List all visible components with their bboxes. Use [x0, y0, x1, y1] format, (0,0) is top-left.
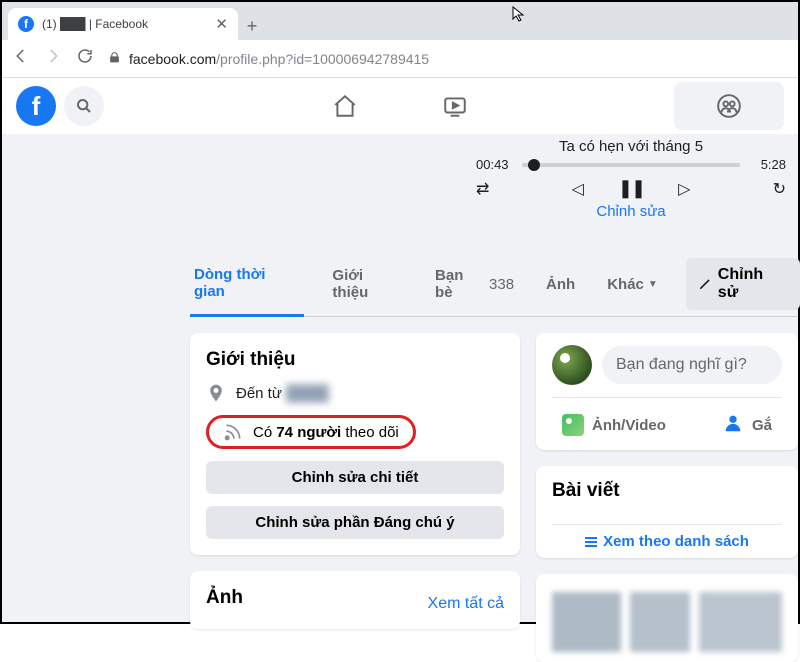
- progress-track[interactable]: [522, 163, 740, 167]
- pencil-icon: [698, 277, 712, 291]
- from-row: Đến từ ████: [206, 383, 504, 403]
- reload-button[interactable]: [76, 47, 94, 70]
- photos-card: Ảnh Xem tất cả: [190, 571, 520, 629]
- tab-more[interactable]: Khác ▼: [603, 262, 662, 307]
- watch-button[interactable]: [435, 93, 475, 119]
- composer-field[interactable]: Bạn đang nghĩ gì?: [602, 346, 782, 384]
- location-icon: [206, 383, 226, 403]
- center-nav: [325, 78, 475, 134]
- time-current: 00:43: [476, 157, 516, 172]
- shuffle-button[interactable]: ⇄: [476, 179, 489, 199]
- time-total: 5:28: [746, 157, 786, 172]
- prev-button[interactable]: ◁: [572, 179, 584, 199]
- progress-handle[interactable]: [528, 159, 540, 171]
- list-icon: [585, 537, 597, 547]
- edit-details-button[interactable]: Chỉnh sửa chi tiết: [206, 461, 504, 494]
- search-button[interactable]: [64, 86, 104, 126]
- groups-button[interactable]: [674, 82, 784, 130]
- browser-tabbar: f (1) ███ | Facebook ✕ +: [2, 2, 798, 40]
- rss-icon: [223, 422, 243, 442]
- tag-button[interactable]: Gắ: [712, 406, 782, 444]
- song-title: Ta có hẹn với tháng 5: [476, 138, 786, 155]
- post-content-blurred: [552, 592, 782, 652]
- edit-featured-button[interactable]: Chỉnh sửa phần Đáng chú ý: [206, 506, 504, 539]
- browser-tab[interactable]: f (1) ███ | Facebook ✕: [8, 8, 238, 40]
- edit-profile-button[interactable]: Chỉnh sử: [686, 258, 800, 310]
- media-icon: [562, 414, 584, 436]
- followers-row[interactable]: Có 74 người theo dõi: [206, 415, 416, 449]
- posts-heading: Bài viết: [552, 480, 620, 502]
- composer-card: Bạn đang nghĩ gì? Ảnh/Video Gắ: [536, 333, 798, 450]
- lock-icon: [108, 51, 121, 67]
- pause-button[interactable]: ❚❚: [618, 178, 644, 199]
- player-controls: ⇄ ◁ ❚❚ ▷ ↻: [476, 178, 786, 199]
- player-edit-link[interactable]: Chỉnh sửa: [476, 203, 786, 220]
- intro-card: Giới thiệu Đến từ ████ Có 74 người theo …: [190, 333, 520, 555]
- content-area: Ta có hẹn với tháng 5 00:43 5:28 ⇄ ◁ ❚❚ …: [2, 134, 798, 622]
- player-timeline[interactable]: 00:43 5:28: [476, 157, 786, 172]
- photos-heading: Ảnh: [206, 587, 243, 609]
- avatar[interactable]: [552, 345, 592, 385]
- music-player: Ta có hẹn với tháng 5 00:43 5:28 ⇄ ◁ ❚❚ …: [476, 138, 786, 220]
- next-button[interactable]: ▷: [678, 179, 690, 199]
- forward-button[interactable]: [44, 47, 62, 70]
- profile-tabs: Dòng thời gian Giới thiệu Bạn bè 338 Ảnh…: [190, 252, 798, 317]
- view-list-button[interactable]: Xem theo danh sách: [552, 533, 782, 550]
- followers-count: 74 người: [276, 424, 341, 441]
- url-path: /profile.php?id=100006942789415: [216, 51, 429, 67]
- close-icon[interactable]: ✕: [215, 15, 228, 33]
- tag-icon: [722, 412, 744, 438]
- friends-count: 338: [489, 276, 514, 293]
- facebook-logo[interactable]: f: [16, 86, 56, 126]
- see-all-photos-link[interactable]: Xem tất cả: [428, 595, 504, 613]
- facebook-header: f: [2, 78, 798, 134]
- tab-about[interactable]: Giới thiệu: [328, 253, 407, 315]
- new-tab-button[interactable]: +: [238, 12, 266, 40]
- from-value: ████: [286, 385, 329, 402]
- address-bar[interactable]: facebook.com/profile.php?id=100006942789…: [108, 51, 429, 67]
- facebook-favicon: f: [18, 16, 34, 32]
- intro-heading: Giới thiệu: [206, 349, 504, 371]
- tab-photos[interactable]: Ảnh: [542, 262, 579, 307]
- posts-card: Bài viết Xem theo danh sách: [536, 466, 798, 558]
- url-host: facebook.com: [129, 51, 216, 67]
- tab-title: (1) ███ | Facebook: [42, 17, 207, 31]
- back-button[interactable]: [12, 47, 30, 70]
- media-button[interactable]: Ảnh/Video: [552, 406, 676, 444]
- home-button[interactable]: [325, 93, 365, 119]
- tab-friends[interactable]: Bạn bè 338: [431, 253, 518, 315]
- post-item: [536, 574, 798, 662]
- tab-timeline[interactable]: Dòng thời gian: [190, 252, 304, 317]
- browser-toolbar: facebook.com/profile.php?id=100006942789…: [2, 40, 798, 78]
- mouse-cursor: [512, 6, 528, 27]
- repeat-button[interactable]: ↻: [773, 179, 786, 199]
- chevron-down-icon: ▼: [648, 279, 658, 290]
